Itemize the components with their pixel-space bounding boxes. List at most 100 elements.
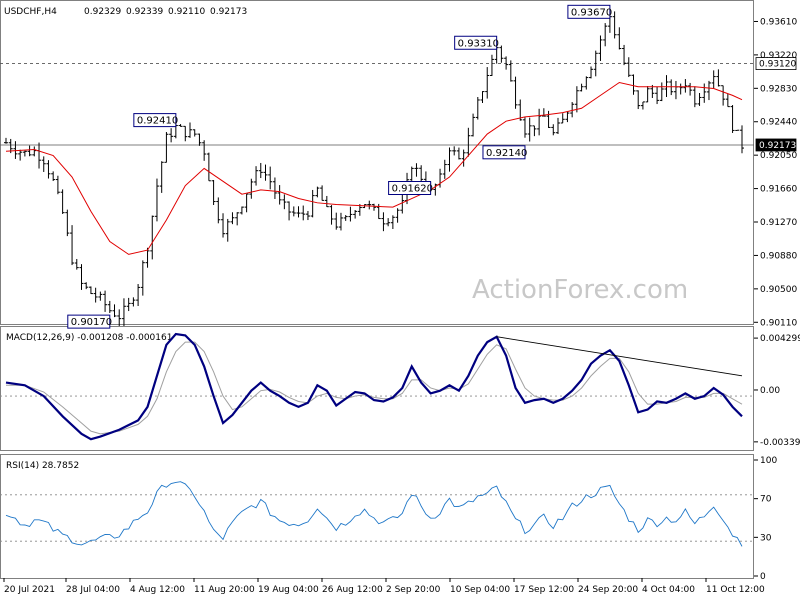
ohlc-bar [221, 213, 226, 238]
x-axis-tick-label: 4 Aug 12:00 [130, 585, 185, 595]
price-axis-tick-label: 0.93610 [760, 17, 797, 27]
ohlc-bar [334, 212, 339, 230]
price-axis-tick-label: 0.91660 [760, 185, 797, 195]
ohlc-bar [32, 146, 37, 157]
ohlc-bar [409, 166, 414, 181]
ohlc-bar [513, 76, 518, 109]
ohlc-bar [485, 67, 490, 99]
ohlc-bar [716, 69, 721, 87]
ohlc-bar [60, 189, 65, 214]
ohlc-bar [711, 70, 716, 89]
ohlc-bar [136, 284, 141, 307]
ohlc-bar [546, 110, 551, 128]
ohlc-bar [348, 206, 353, 222]
ohlc-bar [678, 83, 683, 95]
ohlc-bar [471, 113, 476, 137]
ohlc-bar [107, 300, 112, 314]
ohlc-bar [504, 56, 509, 70]
price-label: 0.93310 [454, 35, 499, 50]
ohlc-bar [46, 160, 51, 179]
ohlc-bar [522, 117, 527, 138]
price-label-text: 0.92410 [137, 116, 178, 127]
ohlc-bar [239, 206, 244, 215]
moving-average-line [5, 81, 743, 255]
ohlc-bar [55, 175, 60, 195]
ohlc-bar [702, 83, 707, 103]
low-value: 0.92110 [168, 7, 205, 17]
ohlc-bar [626, 57, 631, 78]
price-axis-tick-label: 0.92440 [760, 118, 797, 128]
close-value: 0.92173 [210, 7, 247, 17]
ohlc-bar [343, 215, 348, 221]
macd-axis-tick-label: 0.00 [760, 386, 780, 396]
watermark: ActionForex.com [472, 275, 688, 305]
axis-labels-group: 0.936100.932200.928300.924400.920500.916… [3, 17, 800, 595]
rsi-axis-tick-label: 0 [760, 572, 766, 582]
macd-title: MACD(12,26,9) -0.001208 -0.000161 [6, 333, 172, 343]
ohlc-bar [230, 212, 235, 225]
price-label: 0.92410 [133, 113, 178, 128]
ohlc-bar [117, 309, 122, 327]
ohlc-bar [329, 205, 334, 225]
ohlc-bar [721, 85, 726, 106]
x-axis-tick-label: 11 Oct 12:00 [706, 585, 765, 595]
ohlc-bar [154, 178, 159, 222]
ohlc-bar [268, 166, 273, 190]
ohlc-bar [249, 178, 254, 199]
symbol-label: USDCHF,H4 [4, 7, 57, 17]
ohlc-bar [88, 286, 93, 295]
ohlc-bar [579, 83, 584, 92]
ohlc-bar [301, 205, 306, 221]
ohlc-bar [244, 193, 249, 213]
rsi-line [5, 481, 743, 547]
ohlc-bar [197, 133, 202, 146]
ohlc-bar [79, 264, 84, 290]
ohlc-bar [140, 260, 145, 296]
macd-trendline [496, 336, 743, 377]
rsi-series-group [0, 481, 754, 547]
price-axis-tick-label: 0.90500 [760, 285, 797, 295]
ohlc-bar [51, 171, 56, 182]
ohlc-bar [725, 93, 730, 108]
price-axis-tick-label: 0.90880 [760, 251, 797, 261]
ohlc-bar [211, 180, 216, 206]
price-axis-tick-label: 0.92830 [760, 84, 797, 94]
ohlc-bar [551, 124, 556, 136]
ohlc-bar [584, 76, 589, 90]
ohlc-bar [735, 129, 740, 131]
rsi-axis-tick-label: 100 [760, 456, 777, 466]
ohlc-bar [65, 209, 70, 237]
x-axis-tick-label: 10 Sep 04:00 [450, 585, 510, 595]
x-axis-tick-label: 24 Sep 20:00 [578, 585, 638, 595]
ohlc-bar [612, 11, 617, 39]
x-axis-tick-label: 26 Aug 12:00 [322, 585, 383, 595]
ohlc-bar [603, 23, 608, 47]
ohlc-bar [169, 128, 174, 143]
ohlc-bar [386, 218, 391, 227]
ohlc-bar [631, 74, 636, 95]
x-axis-tick-label: 19 Aug 04:00 [258, 585, 319, 595]
ohlc-bar [338, 212, 343, 231]
price-axis-badge: 0.93120 [755, 57, 796, 70]
ohlc-bar [324, 195, 329, 208]
ohlc-bar [258, 162, 263, 179]
price-axis-tick-label: 0.90110 [760, 318, 797, 328]
ohlc-bar [692, 86, 697, 108]
ohlc-bar [622, 44, 627, 66]
ohlc-bar [192, 129, 197, 137]
ohlc-bar [131, 297, 136, 307]
ohlc-bar [589, 66, 594, 79]
ohlc-bar [730, 105, 735, 133]
ohlc-bar [183, 125, 188, 142]
ohlc-bar [254, 166, 259, 186]
ohlc-bar [565, 112, 570, 123]
ohlc-bar [461, 149, 466, 167]
price-label: 0.93670 [567, 4, 612, 19]
ohlc-bar [395, 208, 400, 223]
ohlc-bar [640, 101, 645, 110]
ohlc-bar [636, 90, 641, 110]
macd-line [5, 332, 743, 441]
ohlc-bar [442, 159, 447, 179]
ohlc-bar [315, 186, 320, 198]
ohlc-bar [18, 149, 23, 161]
